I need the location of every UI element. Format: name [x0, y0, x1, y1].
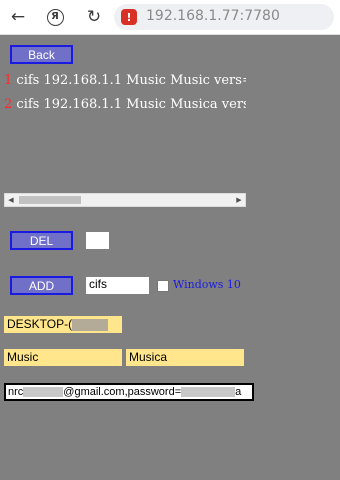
host-input[interactable]: DESKTOP-( [4, 316, 122, 333]
horizontal-scrollbar[interactable]: ◀ ▶ [4, 193, 246, 207]
browser-toolbar: ← Я ↻ ! 192.168.1.77:7780 [0, 0, 340, 35]
mount-entry-text: cifs 192.168.1.1 Music Music vers=3.0 [16, 73, 246, 88]
mount-list[interactable]: 1 cifs 192.168.1.1 Music Music vers=3.0 … [4, 70, 246, 190]
share-input[interactable]: Music [4, 349, 122, 366]
url-text[interactable]: 192.168.1.77:7780 [146, 8, 280, 24]
back-button[interactable]: Back [10, 45, 73, 64]
mount-entry-text: cifs 192.168.1.1 Music Musica vers=3.0 [16, 97, 246, 112]
credentials-text: @gmail.com,password= [63, 386, 182, 398]
redacted-blur [23, 387, 64, 398]
row-number: 1 [4, 73, 13, 88]
scroll-right-icon[interactable]: ▶ [233, 194, 245, 206]
yandex-icon-glyph: Я [46, 8, 64, 26]
fs-type-input[interactable]: cifs [86, 277, 149, 294]
reload-icon[interactable]: ↻ [83, 6, 105, 28]
scrollbar-thumb[interactable] [19, 196, 81, 204]
windows10-label: Windows 10 [173, 278, 241, 291]
credentials-text: nrc [8, 386, 24, 398]
credentials-text: a [235, 386, 242, 398]
not-secure-warning-icon[interactable]: ! [121, 9, 137, 25]
add-button[interactable]: ADD [10, 276, 73, 295]
mount-point-input[interactable]: Musica [126, 349, 244, 366]
windows10-checkbox[interactable] [157, 280, 169, 292]
scroll-left-icon[interactable]: ◀ [5, 194, 17, 206]
back-arrow-icon[interactable]: ← [7, 6, 29, 28]
delete-index-input[interactable] [86, 232, 109, 249]
del-button[interactable]: DEL [10, 231, 73, 250]
host-text: DESKTOP-( [7, 317, 73, 331]
list-item[interactable]: 2 cifs 192.168.1.1 Music Musica vers=3.0 [4, 94, 246, 118]
list-item[interactable]: 1 cifs 192.168.1.1 Music Music vers=3.0 [4, 70, 246, 94]
yandex-icon[interactable]: Я [44, 6, 66, 28]
row-number: 2 [4, 97, 13, 112]
address-bar[interactable]: ! 192.168.1.77:7780 [114, 4, 334, 30]
credentials-input[interactable]: nrc @gmail.com,password= a [4, 383, 254, 401]
redacted-blur [181, 387, 236, 398]
redacted-blur [72, 318, 109, 331]
